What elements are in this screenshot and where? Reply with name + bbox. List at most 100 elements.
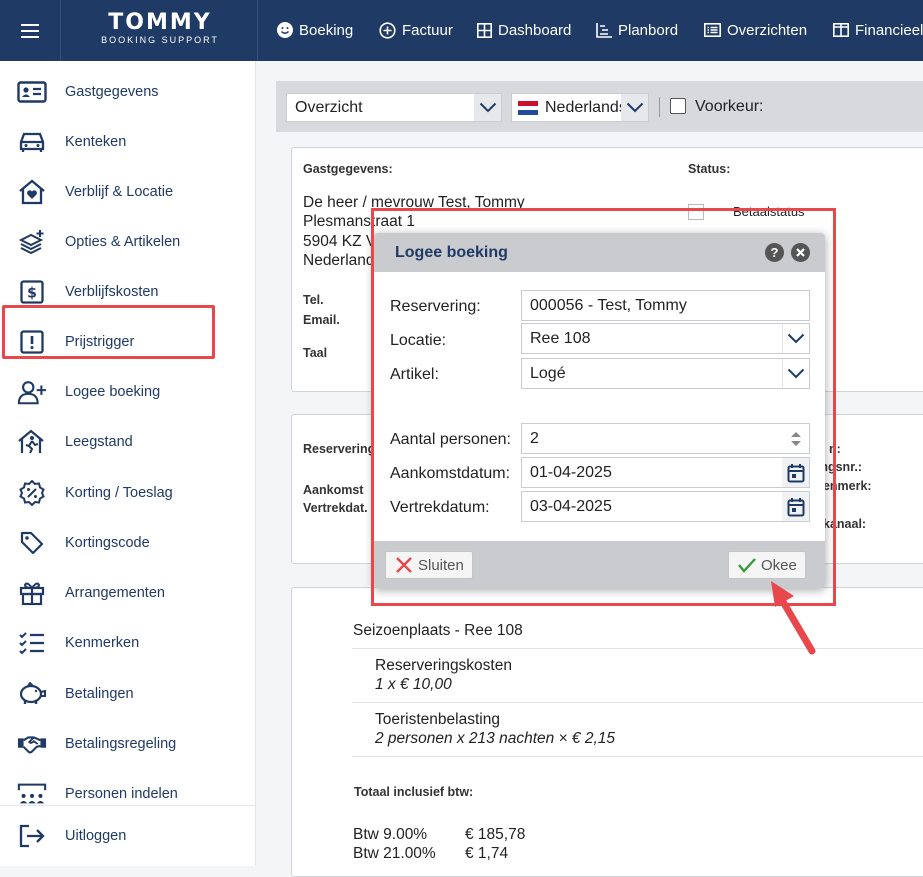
nav-dashboard[interactable]: Dashboard [477,19,571,41]
cost-divider [352,756,923,757]
nav-dashboard-label: Dashboard [498,21,572,39]
nav-overzichten[interactable]: Overzichten [704,19,807,41]
sidebar-item-personen-indelen[interactable]: Personen indelen [0,774,256,814]
view-select[interactable]: Overzicht [286,93,502,122]
vat-label: Btw 9.00% [353,826,428,843]
sidebar-item-label: Kenteken [65,134,127,150]
netherlands-flag-icon [518,101,538,115]
user-plus-icon [17,377,47,407]
columns-icon [833,23,849,37]
dollar-box-icon: $ [17,277,47,307]
percent-badge-icon [17,478,47,508]
guest-heading: Gastgegevens: [303,162,393,176]
sidebar-item-label: Opties & Artikelen [65,234,181,250]
house-heart-icon [17,177,47,207]
house-run-icon [17,427,47,457]
cost-title: Seizoenplaats - Ree 108 [353,622,523,639]
gift-icon [17,578,47,608]
grid-icon [477,22,492,38]
sidebar-item-label: Arrangementen [65,585,165,601]
sidebar-item-kenteken[interactable]: Kenteken [0,122,256,162]
sidebar-divider [0,805,256,806]
aankomst-label: Aankomst [303,483,364,497]
sidebar-item-label: Gastgegevens [65,84,159,100]
toolbar: Overzicht Nederlands Voorkeur: [276,81,923,132]
language-select[interactable]: Nederlands [511,93,649,122]
cost-line-detail: 2 personen x 213 nachten × € 2,15 [375,730,616,747]
sidebar-item-arrangementen[interactable]: Arrangementen [0,573,256,613]
nav-overzichten-label: Overzichten [727,21,808,39]
sidebar-item-leegstand[interactable]: Leegstand [0,422,256,462]
sidebar-item-label: Betalingen [65,686,134,702]
cost-divider [352,702,923,703]
cost-line-name: Reserveringskosten [375,657,512,674]
piggy-bank-icon [17,679,47,709]
sidebar-item-logee-boeking[interactable]: Logee boeking [0,372,256,412]
tommy-logo[interactable]: TOMMY BOOKING SUPPORT [84,12,236,48]
plus-circle-icon [379,21,396,39]
sidebar-item-gastgegevens[interactable]: Gastgegevens [0,72,256,112]
vat-value: € 1,74 [465,845,509,862]
id-card-icon [17,77,47,107]
sidebar-item-betalingsregeling[interactable]: Betalingsregeling [0,724,256,764]
nav-financieel[interactable]: Financieel [833,19,923,41]
language-select-value: Nederlands [545,98,627,116]
cost-divider [352,648,923,649]
sidebar-item-label: Logee boeking [65,384,161,400]
sidebar-item-kortingscode[interactable]: Kortingscode [0,523,256,563]
layers-plus-icon [17,227,47,257]
sidebar-item-label: Kortingscode [65,535,150,551]
nav-boeking-label: Boeking [299,21,354,39]
sidebar-item-verblijf[interactable]: Verblijf & Locatie [0,172,256,212]
chevron-down-icon [621,94,648,121]
sidebar-item-label: Verblijf & Locatie [65,184,174,200]
sidebar-item-label: Korting / Toeslag [65,485,173,501]
car-icon [17,127,47,157]
nav-separator [257,0,258,61]
tel-label: Tel. [303,293,324,307]
nav-financieel-label: Financieel [855,21,923,39]
gantt-icon [596,22,612,38]
status-heading: Status: [688,162,731,176]
chevron-down-icon [474,94,501,121]
guest-city: 5904 KZ V [303,233,377,250]
cost-line-detail: 1 x € 10,00 [375,676,452,693]
sidebar-item-uitloggen[interactable]: Uitloggen [0,816,256,856]
total-label: Totaal inclusief btw: [354,785,474,799]
checklist-icon [17,628,47,658]
sidebar-item-label: Personen indelen [65,786,178,802]
logo-subtitle: BOOKING SUPPORT [101,35,219,45]
hamburger-menu-icon[interactable] [0,0,61,61]
email-label: Email. [303,313,340,327]
toolbar-separator [659,97,660,117]
smiley-icon [277,22,293,38]
sidebar-highlight-box [2,305,215,359]
voorkeur-label: Voorkeur: [695,98,764,115]
sidebar-item-betalingen[interactable]: Betalingen [0,674,256,714]
sidebar-item-kenmerken[interactable]: Kenmerken [0,623,256,663]
sidebar: Gastgegevens Kenteken Verblijf & Locatie… [0,61,256,866]
nav-planbord-label: Planbord [618,21,679,39]
reservering-label: Reservering [303,442,376,456]
pointer-arrow-icon [771,581,816,655]
nav-factuur-label: Factuur [402,21,453,39]
sidebar-item-label: Betalingsregeling [65,736,177,752]
sidebar-item-label: Leegstand [65,434,133,450]
nav-boeking[interactable]: Boeking [277,19,353,41]
voorkeur-checkbox[interactable] [670,98,686,114]
logo-title: TOMMY [108,10,212,35]
sidebar-item-opties[interactable]: Opties & Artikelen [0,222,256,262]
view-select-value: Overzicht [295,98,363,116]
sidebar-item-label: Verblijfskosten [65,284,159,300]
nav-factuur[interactable]: Factuur [379,19,453,41]
cost-line-name: Toeristenbelasting [375,711,500,728]
sidebar-item-label: Uitloggen [65,828,127,844]
vat-label: Btw 21.00% [353,845,436,862]
sidebar-item-korting[interactable]: Korting / Toeslag [0,473,256,513]
logout-icon [17,821,47,851]
taal-label: Taal [303,346,328,360]
tag-icon [17,528,47,558]
nav-planbord[interactable]: Planbord [596,19,678,41]
top-navigation-bar: TOMMY BOOKING SUPPORT Boeking Factuur Da… [0,0,923,61]
guest-country: Nederland [303,252,375,269]
